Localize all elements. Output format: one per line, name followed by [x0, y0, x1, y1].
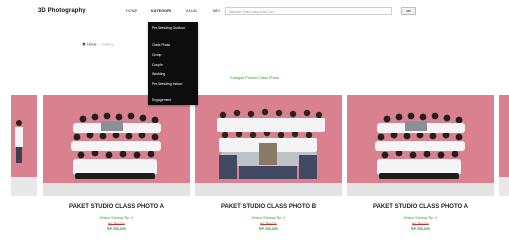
- product-old-price: Rp 250,000: [108, 222, 125, 226]
- product-title[interactable]: PAKET STUDIO CLASS PHOTO A: [43, 204, 190, 210]
- breadcrumb-current: Gallery: [101, 42, 114, 47]
- product-discount: Diskon Sebesar Rp. 0: [100, 216, 133, 220]
- product-card[interactable]: PAKET STUDIO CLASS PHOTO B Diskon Sebesa…: [195, 95, 342, 241]
- product-photo[interactable]: [195, 95, 342, 196]
- product-price: RP 250,000: [259, 227, 278, 231]
- home-icon: [82, 42, 86, 46]
- dropdown-item-engagement[interactable]: Engagement: [152, 98, 171, 102]
- dropdown-item-prewedding-indoor[interactable]: Pre-Wedding Indoor: [152, 82, 194, 86]
- dropdown-item-couple[interactable]: Couple: [152, 63, 163, 67]
- kategori-dropdown-menu: Pre-Wedding Outdoor Class Photo Group Co…: [148, 22, 198, 105]
- product-photo[interactable]: [43, 95, 190, 196]
- product-price: RP 250,000: [411, 227, 430, 231]
- product-photo-partial-left[interactable]: [11, 95, 37, 196]
- product-photo-partial-right[interactable]: [499, 95, 509, 196]
- breadcrumb-separator: ›: [98, 42, 100, 47]
- search-button[interactable]: cari: [401, 7, 416, 15]
- product-photo[interactable]: [347, 95, 494, 196]
- product-title[interactable]: PAKET STUDIO CLASS PHOTO B: [195, 204, 342, 210]
- dropdown-item-group[interactable]: Group: [152, 53, 161, 57]
- product-title[interactable]: PAKET STUDIO CLASS PHOTO A: [347, 204, 494, 210]
- breadcrumb: Home › Gallery: [82, 42, 113, 47]
- product-discount: Diskon Sebesar Rp. 0: [252, 216, 285, 220]
- search-input[interactable]: Masukan Paket yang Anda Cari...: [225, 7, 392, 15]
- dropdown-item-prewedding-outdoor[interactable]: Pre-Wedding Outdoor: [152, 26, 194, 30]
- nav-home[interactable]: HOME: [126, 9, 138, 13]
- product-card[interactable]: PAKET STUDIO CLASS PHOTO A Diskon Sebesa…: [347, 95, 494, 241]
- nav-kategori[interactable]: KATEGORI: [151, 9, 171, 13]
- product-old-price: Rp 250,000: [412, 222, 429, 226]
- product-discount: Diskon Sebesar Rp. 0: [404, 216, 437, 220]
- nav-akun[interactable]: AKUN: [186, 9, 197, 13]
- category-title: Kategori Produk Class Photo: [230, 76, 279, 80]
- dropdown-item-wedding[interactable]: Wedding: [152, 72, 165, 76]
- user-label[interactable]: MEI: [213, 9, 220, 13]
- dropdown-item-class-photo[interactable]: Class Photo: [152, 43, 170, 47]
- product-old-price: Rp 250,000: [260, 222, 277, 226]
- product-price: RP 250,000: [107, 227, 126, 231]
- product-card[interactable]: PAKET STUDIO CLASS PHOTO A Diskon Sebesa…: [43, 95, 190, 241]
- breadcrumb-home[interactable]: Home: [87, 43, 97, 47]
- top-navbar: 3D Photography HOME KATEGORI AKUN MEI Ma…: [0, 0, 509, 24]
- brand-logo[interactable]: 3D Photography: [38, 8, 86, 14]
